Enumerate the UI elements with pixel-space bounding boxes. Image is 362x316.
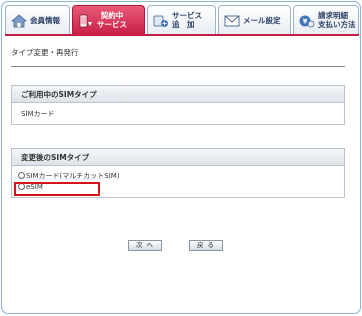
- current-sim-value: SIMカード: [21, 110, 55, 118]
- option-label: SIMカード(マルチカットSIM): [26, 171, 120, 180]
- svg-text:¥: ¥: [303, 17, 308, 25]
- title-divider: [11, 66, 345, 67]
- tab-label-line: サービス: [97, 19, 127, 29]
- tab-member-info[interactable]: 会員情報: [5, 5, 70, 35]
- radio-button[interactable]: [18, 172, 25, 179]
- tab-label: メール設定: [243, 15, 281, 25]
- page-title: タイプ変更・再発行: [11, 48, 79, 57]
- current-sim-section: ご利用中のSIMタイプ SIMカード: [11, 85, 345, 125]
- mail-icon: [224, 15, 240, 26]
- next-button[interactable]: 次 へ: [128, 240, 162, 251]
- tab-label: 会員情報: [30, 15, 60, 25]
- tab-label-line: 追 加: [172, 19, 195, 29]
- tab-label-line: 支払い方法: [318, 19, 356, 29]
- esim-highlight-box: [14, 182, 100, 196]
- tab-billing[interactable]: ¥ 請求明細 支払い方法: [293, 5, 359, 35]
- tab-bar: 会員情報 契約中 サービス サービス 追 加 メール設定 ¥ 請求明細 支払い方…: [5, 5, 359, 35]
- app-window: 会員情報 契約中 サービス サービス 追 加 メール設定 ¥ 請求明細 支払い方…: [1, 1, 361, 314]
- yen-icon: ¥: [299, 15, 315, 27]
- tab-contracted-services[interactable]: 契約中 サービス: [72, 5, 145, 35]
- back-button[interactable]: 戻 る: [189, 240, 223, 251]
- add-service-icon: [153, 15, 168, 27]
- house-icon: [11, 13, 27, 27]
- smartphone-icon: [79, 14, 92, 27]
- tab-mail-settings[interactable]: メール設定: [218, 5, 291, 35]
- tab-label: 請求明細 支払い方法: [318, 11, 356, 29]
- tab-underline: [5, 34, 359, 36]
- sim-option-multicut[interactable]: SIMカード(マルチカットSIM): [18, 170, 344, 181]
- tab-label: 契約中 サービス: [97, 11, 127, 29]
- tab-label: サービス 追 加: [172, 11, 202, 29]
- tab-add-service[interactable]: サービス 追 加: [147, 5, 216, 35]
- current-sim-heading: ご利用中のSIMタイプ: [12, 86, 344, 103]
- new-sim-heading: 変更後のSIMタイプ: [12, 149, 344, 166]
